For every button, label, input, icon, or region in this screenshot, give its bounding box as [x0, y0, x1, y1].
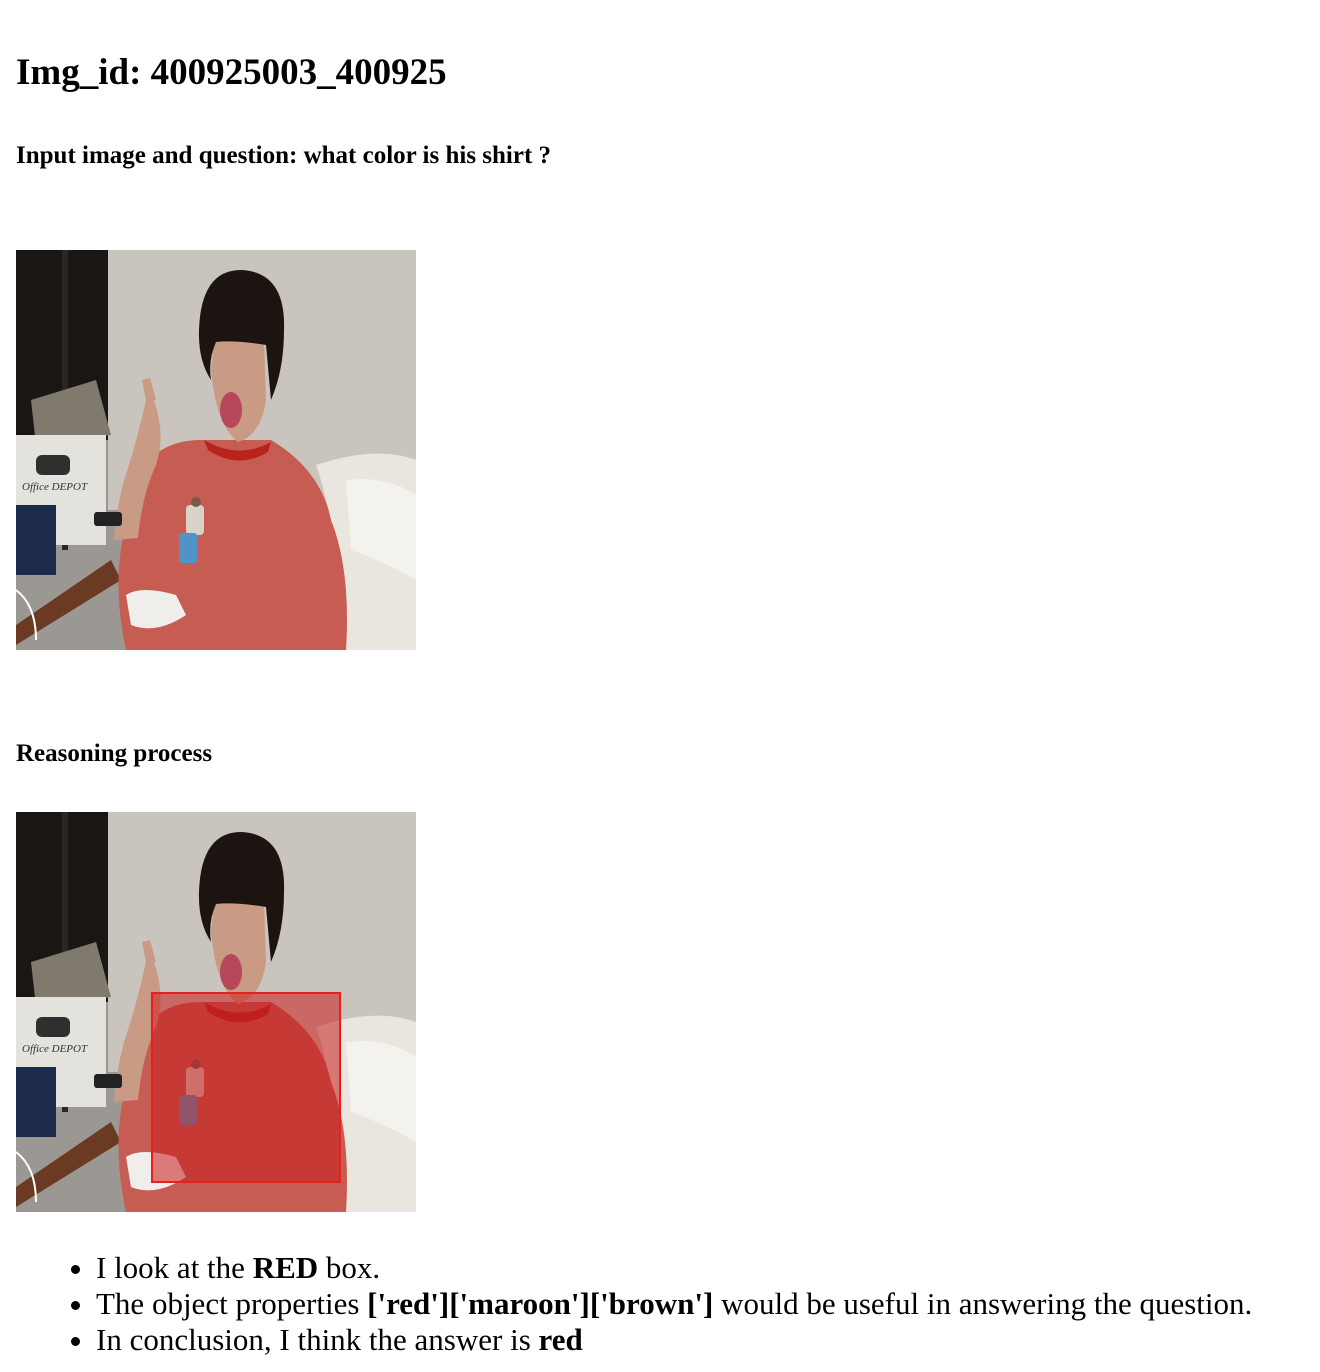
input-photo: Office DEPOT: [16, 250, 416, 650]
reasoning-heading: Reasoning process: [16, 740, 213, 767]
list-item: In conclusion, I think the answer is red: [96, 1322, 1252, 1358]
page-title: Img_id: 400925003_400925: [16, 52, 447, 93]
attention-bounding-box: [151, 992, 341, 1183]
list-item: The object properties ['red']['maroon'][…: [96, 1286, 1252, 1322]
reasoning-photo: Office DEPOT: [16, 812, 416, 1212]
svg-text:Office DEPOT: Office DEPOT: [22, 481, 88, 493]
question-heading: Input image and question: what color is …: [16, 142, 552, 169]
svg-text:Office DEPOT: Office DEPOT: [22, 1043, 88, 1055]
reasoning-steps-list: I look at the RED box. The object proper…: [0, 1250, 1252, 1358]
list-item: I look at the RED box.: [96, 1250, 1252, 1286]
